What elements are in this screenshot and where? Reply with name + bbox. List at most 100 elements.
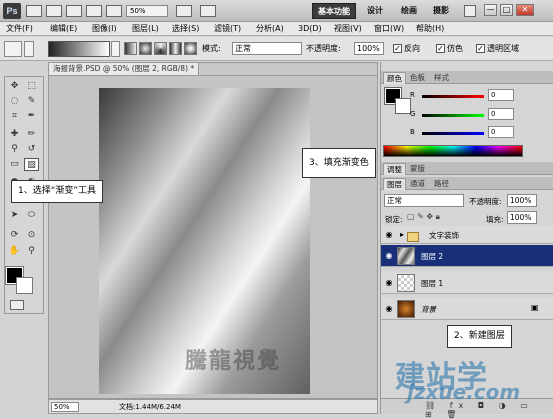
diamond-gradient-button[interactable] [184,42,197,55]
menu-edit[interactable]: 编辑(E) [48,22,79,36]
tab-swatches[interactable]: 色板 [407,72,428,84]
eraser-tool-icon[interactable]: ▭ [7,158,22,171]
mini-bridge-icon[interactable] [46,5,62,17]
3d-rotate-icon[interactable]: ⟳ [7,229,22,242]
zoom-tool-icon[interactable] [106,5,122,17]
3d-orbit-icon[interactable]: ⊙ [24,229,39,242]
marquee-tool-icon[interactable]: ⬚ [24,80,39,93]
reverse-label: 反向 [404,44,420,53]
green-value[interactable]: 0 [488,108,514,120]
menu-select[interactable]: 选择(S) [170,22,201,36]
reflected-gradient-button[interactable] [169,42,182,55]
tab-paths[interactable]: 路径 [431,178,452,190]
view-extras-icon[interactable] [66,5,82,17]
workspace-painting[interactable]: 绘画 [396,3,422,19]
blue-slider[interactable] [422,132,484,135]
linear-gradient-button[interactable] [124,42,137,55]
red-value[interactable]: 0 [488,89,514,101]
healing-brush-icon[interactable]: ✚ [7,128,22,141]
layer-row-selected[interactable]: ◉ 图层 2 [381,245,553,267]
radial-gradient-button[interactable] [139,42,152,55]
fill-input[interactable]: 100% [507,211,537,224]
brush-tool-icon[interactable]: ✏ [24,128,39,141]
green-slider[interactable] [422,114,484,117]
menu-3d[interactable]: 3D(D) [296,22,324,36]
layer-thumbnail [397,274,415,292]
gradient-preview[interactable] [48,41,110,57]
menu-file[interactable]: 文件(F) [4,22,35,36]
lock-icons[interactable]: ▢ ✎ ✥ 🔒︎ [407,212,440,222]
workspace-design[interactable]: 设计 [362,3,388,19]
expand-triangle-icon[interactable]: ▸ [397,230,407,240]
menu-window[interactable]: 窗口(W) [372,22,406,36]
close-button[interactable]: ✕ [516,4,534,16]
visibility-eye-icon[interactable]: ◉ [384,251,394,261]
arrange-documents-icon[interactable] [176,5,192,17]
move-tool-icon[interactable]: ✥ [7,80,22,93]
blend-mode-select[interactable]: 正常 [384,194,464,207]
eyedropper-tool-icon[interactable]: ✒ [24,110,39,123]
menu-help[interactable]: 帮助(H) [414,22,446,36]
quick-mask-icon[interactable] [10,300,24,310]
gradient-tool-icon[interactable]: ▨ [24,158,39,171]
reverse-checkbox[interactable]: ✓ 反向 [393,43,420,54]
workspace-essentials[interactable]: 基本功能 [312,3,356,19]
visibility-eye-icon[interactable]: ◉ [384,278,394,288]
menu-image[interactable]: 图像(I) [90,22,119,36]
layer-row-background[interactable]: ◉ 背景 ▣ [381,298,553,320]
transparency-checkbox[interactable]: ✓ 透明区域 [476,43,519,54]
shape-tool-icon[interactable]: ⬭ [24,209,39,222]
minimize-button[interactable]: — [484,4,497,16]
mode-select[interactable]: 正常 [232,42,302,55]
document-tab[interactable]: 海报背景.PSD @ 50% (图层 2, RGB/8) * [49,63,200,75]
zoom-icon[interactable]: ⚲ [24,245,39,258]
green-label: G [410,110,416,118]
menu-view[interactable]: 视图(V) [332,22,364,36]
tab-styles[interactable]: 样式 [431,72,452,84]
layer-row[interactable]: ◉ 图层 1 [381,272,553,294]
panel-background-swatch[interactable] [395,98,411,114]
crop-tool-icon[interactable]: ⌗ [7,110,22,123]
layer-opacity-input[interactable]: 100% [507,194,537,207]
red-slider[interactable] [422,95,484,98]
layers-panel-tabs: 图层 通道 路径 [381,177,553,190]
adjust-panel-tabs: 调整 蒙版 [381,162,553,175]
clone-stamp-icon[interactable]: ⚲ [7,143,22,156]
color-spectrum[interactable] [383,145,523,157]
menu-layer[interactable]: 图层(L) [130,22,161,36]
tab-channels[interactable]: 通道 [407,178,428,190]
angle-gradient-button[interactable] [154,42,167,55]
quick-select-tool-icon[interactable]: ✎ [24,95,39,108]
lasso-tool-icon[interactable]: ◌ [7,95,22,108]
tool-preset-arrow-icon[interactable] [24,41,34,57]
checkmark-icon: ✓ [476,44,485,53]
tab-color[interactable]: 颜色 [383,72,406,84]
screen-mode-icon[interactable] [200,5,216,17]
tab-layers[interactable]: 图层 [383,178,406,190]
hand-tool-icon[interactable] [86,5,102,17]
zoom-level-select[interactable]: 50% [126,5,168,17]
layer-row-group[interactable]: ◉ ▸ 文字装饰 [381,226,553,244]
workspace-photography[interactable]: 摄影 [428,3,454,19]
menu-filter[interactable]: 滤镜(T) [212,22,243,36]
gradient-picker-arrow-icon[interactable] [111,41,120,57]
bridge-icon[interactable] [26,5,42,17]
opacity-input[interactable]: 100% [354,42,384,55]
menu-bar: 文件(F) 编辑(E) 图像(I) 图层(L) 选择(S) 滤镜(T) 分析(A… [0,22,553,36]
fill-label: 填充: [486,215,504,224]
maximize-button[interactable]: □ [500,4,513,16]
menu-analysis[interactable]: 分析(A) [254,22,286,36]
visibility-eye-icon[interactable]: ◉ [384,230,394,240]
background-color-swatch[interactable] [16,277,33,294]
path-select-icon[interactable]: ➤ [7,209,22,222]
hand-icon[interactable]: ✋ [7,245,22,258]
tool-preset-picker[interactable] [4,41,22,57]
history-brush-icon[interactable]: ↺ [24,143,39,156]
blue-value[interactable]: 0 [488,126,514,138]
tab-adjustments[interactable]: 调整 [383,163,406,175]
visibility-eye-icon[interactable]: ◉ [384,304,394,314]
status-zoom-field[interactable]: 50% [51,402,79,412]
workspace-more-icon[interactable] [464,5,476,17]
tab-masks[interactable]: 蒙版 [407,163,428,175]
dither-checkbox[interactable]: ✓ 仿色 [436,43,463,54]
